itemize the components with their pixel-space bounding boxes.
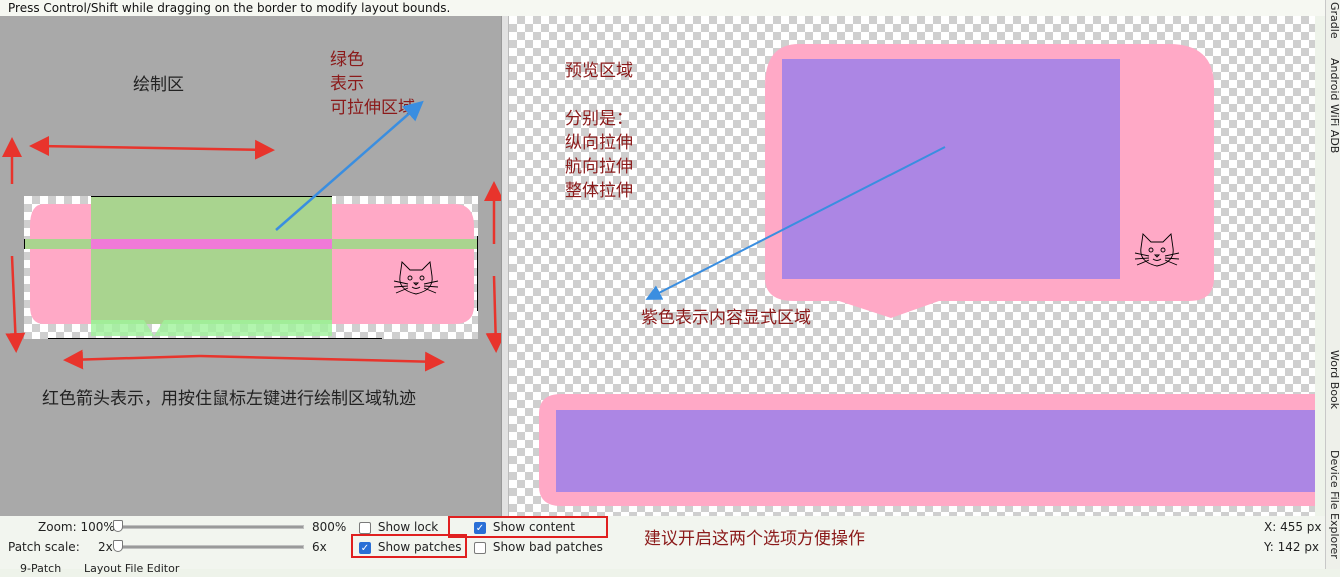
- preview-pane: 预览区域 分别是： 纵向拉伸 航向拉伸 整体拉伸 紫色表示内容显式区域: [509, 16, 1315, 516]
- red-arrow-bottom-right: [199, 351, 445, 372]
- patch-scale-label: Patch scale:: [8, 540, 80, 554]
- suggest-note: 建议开启这两个选项方便操作: [644, 529, 865, 549]
- side-tab-word-book[interactable]: Word Book: [1328, 350, 1340, 409]
- drawing-area-pane[interactable]: 绘制区 绿色 表示 可拉伸区域 红色箭头表示，用按住鼠标左键进行绘制区域轨迹: [0, 16, 501, 516]
- draw-area-label: 绘制区: [133, 75, 184, 95]
- highlight-box-show-content: [448, 516, 608, 538]
- preview-large-bubble: [765, 44, 1214, 318]
- green-note-line-2: 表示: [330, 74, 364, 94]
- show-lock-checkbox[interactable]: [359, 521, 371, 534]
- show-bad-patches-checkbox[interactable]: [474, 541, 486, 554]
- highlight-box-show-patches: [351, 534, 467, 558]
- layout-hint-bar: Press Control/Shift while dragging on th…: [0, 0, 1325, 16]
- side-tool-strip: Gradle Android WiFi ADB Word Book Device…: [1325, 0, 1340, 569]
- patch-scale-min-label: 2x: [98, 540, 113, 554]
- side-tab-android-wifi-adb[interactable]: Android WiFi ADB: [1328, 58, 1340, 153]
- green-note-line-3: 可拉伸区域: [330, 98, 415, 118]
- coord-y-readout: Y: 142 px: [1264, 540, 1320, 554]
- patch-scale-slider[interactable]: [116, 545, 304, 549]
- nine-patch-image: [24, 196, 478, 339]
- preview-images: [539, 44, 1315, 506]
- zoom-max-label: 800%: [312, 520, 347, 534]
- side-tab-gradle[interactable]: Gradle: [1328, 2, 1340, 39]
- red-arrow-left-down: [5, 255, 26, 353]
- show-lock-label: Show lock: [377, 520, 439, 534]
- red-arrow-right-down: [485, 275, 501, 353]
- zoom-slider[interactable]: [116, 525, 304, 529]
- red-arrow-bottom-left: [63, 349, 201, 370]
- preview-wide-bubble: [539, 394, 1315, 506]
- green-note-line-1: 绿色: [330, 50, 364, 70]
- patch-scale-max-label: 6x: [312, 540, 327, 554]
- tab-layout-file-editor[interactable]: Layout File Editor: [84, 561, 179, 577]
- nine-patch-canvas[interactable]: [24, 196, 478, 339]
- coord-x-readout: X: 455 px: [1264, 520, 1322, 534]
- pane-divider[interactable]: [501, 16, 509, 516]
- show-lock-option[interactable]: Show lock: [359, 519, 438, 535]
- red-arrow-top: [37, 139, 275, 160]
- red-arrow-note: 红色箭头表示，用按住鼠标左键进行绘制区域轨迹: [42, 389, 416, 409]
- zoom-label: Zoom: 100%: [38, 520, 115, 534]
- side-tab-device-file-explorer[interactable]: Device File Explorer: [1328, 450, 1340, 559]
- zoom-slider-thumb[interactable]: [113, 520, 123, 532]
- purple-note: 紫色表示内容显式区域: [641, 308, 811, 328]
- tab-9-patch[interactable]: 9-Patch: [20, 561, 61, 577]
- layout-hint-text: Press Control/Shift while dragging on th…: [8, 1, 451, 15]
- patch-scale-slider-thumb[interactable]: [113, 540, 123, 552]
- controls-bar: Zoom: 100% 800% Patch scale: 2x 6x Show …: [0, 516, 1325, 575]
- show-bad-patches-label: Show bad patches: [492, 540, 603, 554]
- show-bad-patches-option[interactable]: Show bad patches: [474, 539, 603, 555]
